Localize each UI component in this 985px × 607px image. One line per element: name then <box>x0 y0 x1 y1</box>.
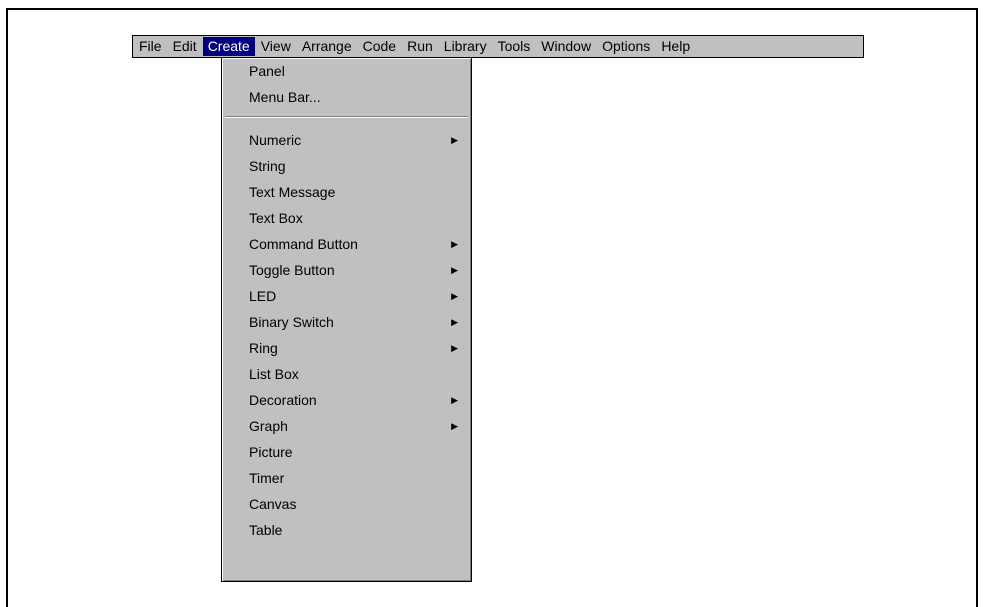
menu-item-binary-switch[interactable]: Binary Switch ▶ <box>249 309 471 335</box>
submenu-arrow-icon: ▶ <box>451 291 458 301</box>
menu-item-label: LED <box>249 288 277 304</box>
submenu-arrow-icon: ▶ <box>451 317 458 327</box>
menu-item-list-box[interactable]: List Box <box>249 361 471 387</box>
create-menu-items: Numeric ▶ String Text Message Text Box Co… <box>222 127 471 543</box>
menu-item-panel[interactable]: Panel <box>249 58 471 84</box>
menu-item-label: Toggle Button <box>249 262 335 278</box>
menu-options[interactable]: Options <box>597 37 655 56</box>
menu-item-picture[interactable]: Picture <box>249 439 471 465</box>
menu-arrange[interactable]: Arrange <box>297 37 357 56</box>
menu-item-label: Panel <box>249 63 285 79</box>
menu-bar: File Edit Create View Arrange Code Run L… <box>132 35 864 58</box>
menu-item-label: Menu Bar... <box>249 89 321 105</box>
menu-item-label: Binary Switch <box>249 314 334 330</box>
menu-item-graph[interactable]: Graph ▶ <box>249 413 471 439</box>
submenu-arrow-icon: ▶ <box>451 135 458 145</box>
menu-item-toggle-button[interactable]: Toggle Button ▶ <box>249 257 471 283</box>
menu-item-label: Timer <box>249 470 285 486</box>
menu-library[interactable]: Library <box>439 37 492 56</box>
menu-item-ring[interactable]: Ring ▶ <box>249 335 471 361</box>
menu-item-label: Numeric <box>249 132 302 148</box>
menu-tools[interactable]: Tools <box>493 37 536 56</box>
menu-item-string[interactable]: String <box>249 153 471 179</box>
menu-item-label: Command Button <box>249 236 358 252</box>
menu-item-numeric[interactable]: Numeric ▶ <box>249 127 471 153</box>
create-dropdown-menu: Panel Menu Bar... Numeric ▶ String Text M… <box>221 57 472 582</box>
menu-run[interactable]: Run <box>402 37 438 56</box>
menu-separator <box>225 116 468 118</box>
menu-item-table[interactable]: Table <box>249 517 471 543</box>
menu-item-label: Text Message <box>249 184 336 200</box>
menu-item-label: Picture <box>249 444 293 460</box>
menu-file[interactable]: File <box>134 37 167 56</box>
menu-item-canvas[interactable]: Canvas <box>249 491 471 517</box>
menu-item-label: Decoration <box>249 392 317 408</box>
menu-item-text-box[interactable]: Text Box <box>249 205 471 231</box>
menu-view[interactable]: View <box>256 37 296 56</box>
page-frame <box>6 8 978 607</box>
submenu-arrow-icon: ▶ <box>451 265 458 275</box>
menu-code[interactable]: Code <box>358 37 401 56</box>
menu-item-label: Graph <box>249 418 288 434</box>
menu-item-command-button[interactable]: Command Button ▶ <box>249 231 471 257</box>
submenu-arrow-icon: ▶ <box>451 395 458 405</box>
menu-item-label: String <box>249 158 286 174</box>
menu-item-label: Canvas <box>249 496 297 512</box>
menu-item-label: Text Box <box>249 210 303 226</box>
menu-item-timer[interactable]: Timer <box>249 465 471 491</box>
menu-item-decoration[interactable]: Decoration ▶ <box>249 387 471 413</box>
menu-item-led[interactable]: LED ▶ <box>249 283 471 309</box>
menu-item-label: Ring <box>249 340 278 356</box>
menu-item-label: List Box <box>249 366 299 382</box>
menu-item-text-message[interactable]: Text Message <box>249 179 471 205</box>
menu-create[interactable]: Create <box>202 37 255 56</box>
menu-item-label: Table <box>249 522 283 538</box>
submenu-arrow-icon: ▶ <box>451 343 458 353</box>
menu-edit[interactable]: Edit <box>168 37 202 56</box>
submenu-arrow-icon: ▶ <box>451 421 458 431</box>
create-menu-top-group: Panel Menu Bar... <box>222 58 471 110</box>
menu-help[interactable]: Help <box>656 37 695 56</box>
menu-window[interactable]: Window <box>536 37 596 56</box>
menu-item-menu-bar[interactable]: Menu Bar... <box>249 84 471 110</box>
submenu-arrow-icon: ▶ <box>451 239 458 249</box>
